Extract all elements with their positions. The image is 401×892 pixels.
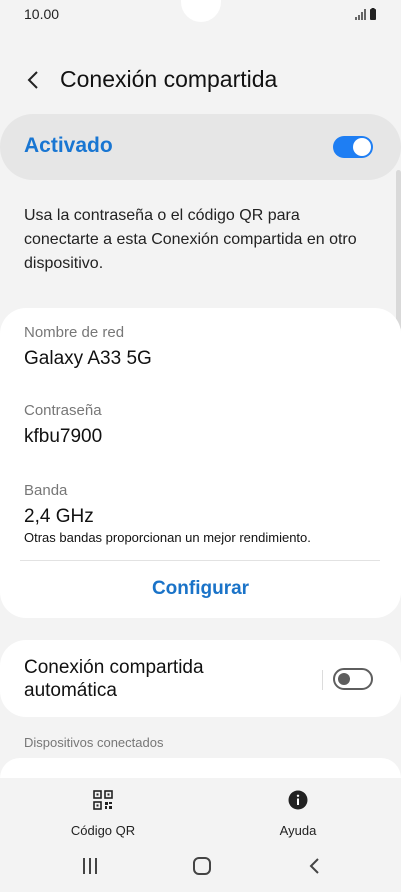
back-arrow-icon[interactable] bbox=[22, 68, 46, 92]
configure-button[interactable]: Configurar bbox=[0, 578, 401, 600]
vertical-separator bbox=[322, 670, 323, 690]
network-name-value: Galaxy A33 5G bbox=[24, 348, 152, 369]
camera-notch bbox=[181, 0, 221, 22]
recent-apps-icon[interactable] bbox=[82, 856, 98, 876]
auto-hotspot-toggle[interactable] bbox=[333, 668, 373, 690]
qr-code-label: Código QR bbox=[70, 823, 136, 838]
divider bbox=[20, 560, 380, 561]
signal-battery-icon bbox=[355, 8, 376, 20]
help-button[interactable]: Ayuda bbox=[238, 790, 358, 838]
master-switch-label: Activado bbox=[24, 134, 113, 157]
band-value: 2,4 GHz bbox=[24, 506, 94, 527]
description-text: Usa la contraseña o el código QR para co… bbox=[24, 207, 357, 272]
toggle-knob bbox=[338, 673, 350, 685]
home-icon[interactable] bbox=[192, 856, 212, 876]
toggle-knob bbox=[353, 138, 371, 156]
status-time: 10.00 bbox=[24, 6, 60, 22]
back-icon[interactable] bbox=[307, 856, 323, 876]
band-label: Banda bbox=[24, 482, 68, 499]
network-name-label: Nombre de red bbox=[24, 324, 125, 341]
qr-code-icon bbox=[93, 790, 113, 810]
page-title: Conexión compartida bbox=[60, 66, 278, 92]
connected-devices-title: Dispositivos conectados bbox=[24, 735, 164, 750]
band-note: Otras bandas proporcionan un mejor rendi… bbox=[24, 530, 311, 545]
auto-hotspot-label: Conexión compartida automática bbox=[24, 657, 204, 701]
password-value: kfbu7900 bbox=[24, 426, 103, 447]
info-icon bbox=[288, 790, 308, 810]
help-label: Ayuda bbox=[279, 823, 317, 838]
password-label: Contraseña bbox=[24, 402, 102, 419]
master-toggle[interactable] bbox=[333, 136, 373, 158]
scroll-indicator bbox=[396, 170, 401, 330]
qr-code-button[interactable]: Código QR bbox=[43, 790, 163, 838]
